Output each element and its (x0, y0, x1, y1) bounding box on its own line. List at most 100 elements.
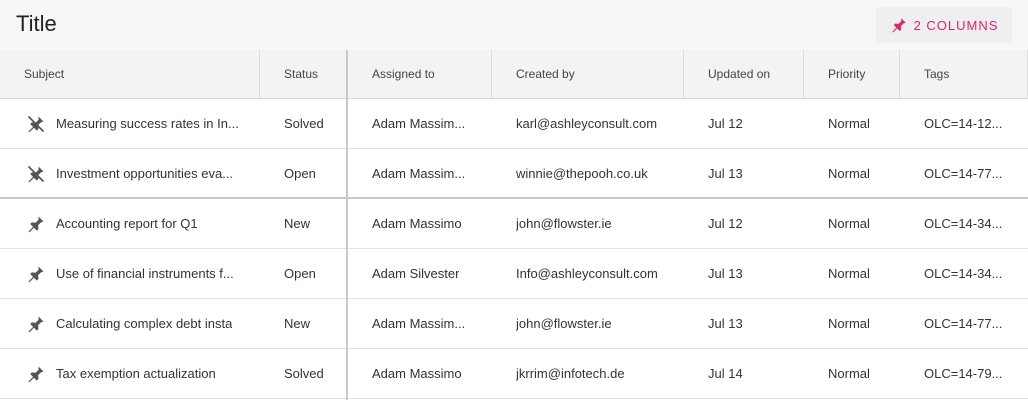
cell-assigned-to: Adam Silvester (348, 249, 492, 298)
cell-priority-text: Normal (828, 316, 870, 331)
table-row[interactable]: Use of financial instruments f... Open Ada… (0, 249, 1028, 299)
cell-subject-text: Investment opportunities eva... (56, 166, 234, 181)
cell-subject: Investment opportunities eva... (32, 149, 260, 198)
cell-created-by: jkrrim@infotech.de (492, 349, 684, 398)
cell-status-text: New (284, 216, 311, 231)
cell-tags: OLC=14-77... (900, 149, 1028, 198)
pin-columns-button[interactable]: 2 COLUMNS (876, 7, 1012, 43)
cell-status-text: Open (284, 266, 316, 281)
cell-subject-text: Use of financial instruments f... (56, 266, 234, 281)
cell-priority-text: Normal (828, 116, 870, 131)
cell-assigned-to-text: Adam Massim... (372, 316, 466, 331)
cell-updated-on: Jul 12 (684, 199, 804, 248)
column-header-assigned-to[interactable]: Assigned to (348, 50, 492, 99)
cell-subject: Measuring success rates in In... (32, 99, 260, 148)
cell-created-by-text: john@flowster.ie (516, 216, 612, 231)
cell-assigned-to-text: Adam Massim... (372, 116, 466, 131)
cell-created-by-text: john@flowster.ie (516, 316, 612, 331)
cell-status-text: New (284, 316, 311, 331)
cell-assigned-to: Adam Massimo (348, 199, 492, 248)
cell-status: Solved (260, 99, 346, 148)
cell-assigned-to: Adam Massimo (348, 349, 492, 398)
column-header-priority[interactable]: Priority (804, 50, 900, 99)
cell-status: Solved (260, 349, 346, 398)
cell-tags: OLC=14-12... (900, 99, 1028, 148)
cell-subject-text: Accounting report for Q1 (56, 216, 198, 231)
cell-created-by: karl@ashleyconsult.com (492, 99, 684, 148)
cell-status: Open (260, 249, 346, 298)
page-title: Title (16, 11, 57, 36)
cell-status-text: Open (284, 166, 316, 181)
cell-updated-on-text: Jul 12 (708, 216, 743, 231)
cell-created-by: winnie@thepooh.co.uk (492, 149, 684, 198)
pin-icon (891, 18, 906, 33)
cell-status: New (260, 299, 346, 348)
cell-created-by-text: Info@ashleyconsult.com (516, 266, 658, 281)
pinned-columns-divider[interactable] (346, 50, 348, 400)
cell-tags: OLC=14-34... (900, 249, 1028, 298)
cell-assigned-to: Adam Massim... (348, 149, 492, 198)
cell-priority: Normal (804, 199, 900, 248)
cell-created-by: john@flowster.ie (492, 299, 684, 348)
column-header-status[interactable]: Status (260, 50, 346, 99)
cell-tags: OLC=14-34... (900, 199, 1028, 248)
cell-priority-text: Normal (828, 166, 870, 181)
cell-created-by-text: winnie@thepooh.co.uk (516, 166, 648, 181)
cell-status-text: Solved (284, 116, 324, 131)
cell-updated-on: Jul 12 (684, 99, 804, 148)
cell-updated-on: Jul 14 (684, 349, 804, 398)
cell-assigned-to-text: Adam Massimo (372, 216, 462, 231)
cell-updated-on-text: Jul 13 (708, 316, 743, 331)
cell-priority: Normal (804, 349, 900, 398)
cell-updated-on: Jul 13 (684, 149, 804, 198)
column-header-tags[interactable]: Tags (900, 50, 1028, 99)
cell-assigned-to: Adam Massim... (348, 299, 492, 348)
cell-priority-text: Normal (828, 266, 870, 281)
cell-tags: OLC=14-77... (900, 299, 1028, 348)
table-row[interactable]: Accounting report for Q1 New Adam Massimo j… (0, 199, 1028, 249)
cell-subject: Tax exemption actualization (32, 349, 260, 398)
column-header-subject[interactable]: Subject (0, 50, 260, 99)
cell-status: Open (260, 149, 346, 198)
table-row-pinned[interactable]: Measuring success rates in In... Solved Ad… (0, 99, 1028, 149)
cell-priority-text: Normal (828, 366, 870, 381)
cell-tags-text: OLC=14-79... (924, 366, 1003, 381)
cell-tags: OLC=14-79... (900, 349, 1028, 398)
cell-subject: Accounting report for Q1 (32, 199, 260, 248)
cell-tags-text: OLC=14-77... (924, 316, 1003, 331)
cell-assigned-to: Adam Massim... (348, 99, 492, 148)
cell-priority: Normal (804, 149, 900, 198)
column-header-created-by[interactable]: Created by (492, 50, 684, 99)
column-header-updated-on[interactable]: Updated on (684, 50, 804, 99)
cell-created-by: Info@ashleyconsult.com (492, 249, 684, 298)
cell-updated-on: Jul 13 (684, 299, 804, 348)
cell-created-by-text: karl@ashleyconsult.com (516, 116, 658, 131)
table-row-pinned[interactable]: Investment opportunities eva... Open Adam … (0, 149, 1028, 199)
cell-updated-on: Jul 13 (684, 249, 804, 298)
cell-assigned-to-text: Adam Massimo (372, 366, 462, 381)
cell-created-by-text: jkrrim@infotech.de (516, 366, 625, 381)
cell-assigned-to-text: Adam Silvester (372, 266, 460, 281)
table-row[interactable]: Tax exemption actualization Solved Adam Ma… (0, 349, 1028, 399)
cell-tags-text: OLC=14-34... (924, 266, 1003, 281)
cell-tags-text: OLC=14-12... (924, 116, 1003, 131)
cell-priority-text: Normal (828, 216, 870, 231)
cell-tags-text: OLC=14-34... (924, 216, 1003, 231)
cell-subject-text: Calculating complex debt insta (56, 316, 233, 331)
cell-subject-text: Tax exemption actualization (56, 366, 216, 381)
table-row[interactable]: Calculating complex debt insta New Adam Ma… (0, 299, 1028, 349)
cell-tags-text: OLC=14-77... (924, 166, 1003, 181)
cell-subject: Use of financial instruments f... (32, 249, 260, 298)
cell-priority: Normal (804, 99, 900, 148)
cell-updated-on-text: Jul 12 (708, 116, 743, 131)
toolbar: Title 2 COLUMNS (0, 0, 1028, 50)
cell-created-by: john@flowster.ie (492, 199, 684, 248)
cell-status-text: Solved (284, 366, 324, 381)
cell-subject: Calculating complex debt insta (32, 299, 260, 348)
cell-priority: Normal (804, 249, 900, 298)
cell-updated-on-text: Jul 13 (708, 266, 743, 281)
cell-status: New (260, 199, 346, 248)
cell-updated-on-text: Jul 14 (708, 366, 743, 381)
cell-priority: Normal (804, 299, 900, 348)
pin-columns-label: 2 COLUMNS (913, 17, 999, 33)
